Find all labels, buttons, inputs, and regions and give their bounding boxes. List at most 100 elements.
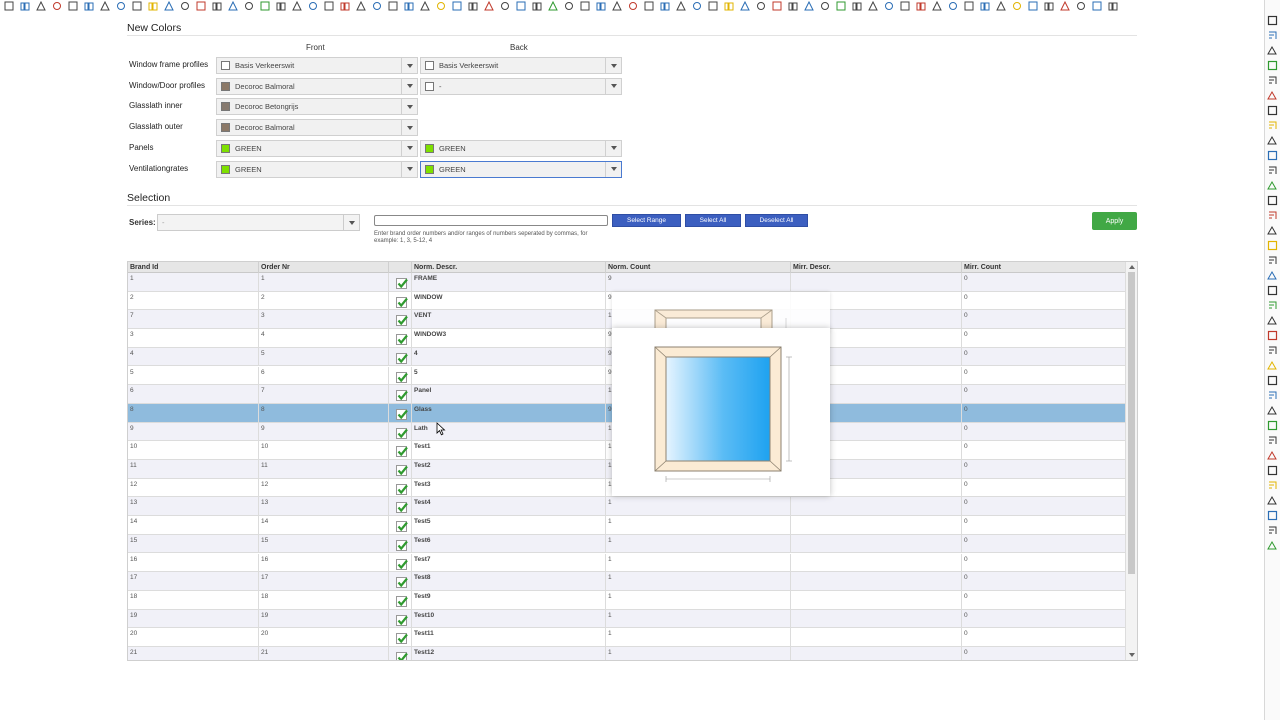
grid-scrollbar[interactable] <box>1125 262 1137 660</box>
row-checkbox[interactable] <box>396 614 408 626</box>
toolbar-tool-icon[interactable] <box>1026 0 1040 12</box>
table-row[interactable]: 20 20 Test11 1 0 <box>128 628 1126 647</box>
row-checkbox[interactable] <box>396 427 408 439</box>
table-row[interactable]: 1 1 FRAME 9 0 <box>128 273 1126 292</box>
side-tool-icon[interactable] <box>1267 104 1279 116</box>
toolbar-tool-icon[interactable] <box>594 0 608 12</box>
side-tool-icon[interactable] <box>1267 359 1279 371</box>
side-tool-icon[interactable] <box>1267 239 1279 251</box>
column-header[interactable]: Mirr. Count <box>962 262 1126 273</box>
scroll-down-icon[interactable] <box>1129 653 1135 657</box>
toolbar-tool-icon[interactable] <box>978 0 992 12</box>
back-color-select[interactable]: Basis Verkeerswit <box>420 57 622 74</box>
row-checkbox[interactable] <box>396 334 408 346</box>
row-checkbox[interactable] <box>396 390 408 402</box>
toolbar-tool-icon[interactable] <box>258 0 272 12</box>
column-header[interactable] <box>389 262 412 273</box>
toolbar-tool-icon[interactable] <box>1010 0 1024 12</box>
side-tool-icon[interactable] <box>1267 254 1279 266</box>
side-tool-icon[interactable] <box>1267 164 1279 176</box>
toolbar-tool-icon[interactable] <box>930 0 944 12</box>
row-checkbox[interactable] <box>396 446 408 458</box>
row-checkbox[interactable] <box>396 633 408 645</box>
toolbar-tool-icon[interactable] <box>466 0 480 12</box>
row-checkbox[interactable] <box>396 408 408 420</box>
toolbar-tool-icon[interactable] <box>2 0 16 12</box>
toolbar-tool-icon[interactable] <box>146 0 160 12</box>
side-tool-icon[interactable] <box>1267 194 1279 206</box>
toolbar-tool-icon[interactable] <box>754 0 768 12</box>
toolbar-tool-icon[interactable] <box>1058 0 1072 12</box>
side-tool-icon[interactable] <box>1267 374 1279 386</box>
table-row[interactable]: 18 18 Test9 1 0 <box>128 590 1126 610</box>
toolbar-tool-icon[interactable] <box>34 0 48 12</box>
toolbar-tool-icon[interactable] <box>114 0 128 12</box>
side-tool-icon[interactable] <box>1267 449 1279 461</box>
side-tool-icon[interactable] <box>1267 299 1279 311</box>
toolbar-tool-icon[interactable] <box>706 0 720 12</box>
row-checkbox[interactable] <box>396 278 408 289</box>
front-color-select[interactable]: Decoroc Balmoral <box>216 77 418 95</box>
deselect-all-button[interactable]: Deselect All <box>745 214 808 227</box>
side-tool-icon[interactable] <box>1267 59 1279 71</box>
side-tool-icon[interactable] <box>1267 509 1279 521</box>
toolbar-tool-icon[interactable] <box>786 0 800 12</box>
row-checkbox[interactable] <box>396 502 408 514</box>
toolbar-tool-icon[interactable] <box>274 0 288 12</box>
toolbar-tool-icon[interactable] <box>994 0 1008 12</box>
row-checkbox[interactable] <box>396 558 408 570</box>
toolbar-tool-icon[interactable] <box>354 0 368 12</box>
toolbar-tool-icon[interactable] <box>1090 0 1104 12</box>
front-color-select[interactable]: Decoroc Balmoral <box>216 119 418 137</box>
toolbar-tool-icon[interactable] <box>562 0 576 12</box>
table-row[interactable]: 16 16 Test7 1 0 <box>128 553 1126 573</box>
toolbar-tool-icon[interactable] <box>130 0 144 12</box>
row-checkbox[interactable] <box>396 371 408 383</box>
toolbar-tool-icon[interactable] <box>290 0 304 12</box>
toolbar-tool-icon[interactable] <box>18 0 32 12</box>
side-tool-icon[interactable] <box>1267 464 1279 476</box>
side-tool-icon[interactable] <box>1267 29 1279 41</box>
column-header[interactable]: Mirr. Descr. <box>791 262 962 273</box>
side-tool-icon[interactable] <box>1267 494 1279 506</box>
back-color-select[interactable]: - <box>420 77 622 95</box>
toolbar-tool-icon[interactable] <box>434 0 448 12</box>
side-tool-icon[interactable] <box>1267 209 1279 221</box>
table-row[interactable]: 15 15 Test6 1 0 <box>128 534 1126 554</box>
toolbar-tool-icon[interactable] <box>482 0 496 12</box>
row-checkbox[interactable] <box>396 483 408 495</box>
toolbar-tool-icon[interactable] <box>946 0 960 12</box>
toolbar-tool-icon[interactable] <box>770 0 784 12</box>
column-header[interactable]: Norm. Count <box>606 262 791 273</box>
side-tool-icon[interactable] <box>1267 434 1279 446</box>
toolbar-tool-icon[interactable] <box>658 0 672 12</box>
toolbar-tool-icon[interactable] <box>450 0 464 12</box>
side-tool-icon[interactable] <box>1267 524 1279 536</box>
toolbar-tool-icon[interactable] <box>386 0 400 12</box>
toolbar-tool-icon[interactable] <box>322 0 336 12</box>
toolbar-tool-icon[interactable] <box>546 0 560 12</box>
toolbar-tool-icon[interactable] <box>82 0 96 12</box>
toolbar-tool-icon[interactable] <box>98 0 112 12</box>
front-color-select[interactable]: Decoroc Betongrijs <box>216 98 418 116</box>
side-tool-icon[interactable] <box>1267 89 1279 101</box>
toolbar-tool-icon[interactable] <box>370 0 384 12</box>
side-tool-icon[interactable] <box>1267 74 1279 86</box>
front-color-select[interactable]: GREEN <box>216 139 418 157</box>
toolbar-tool-icon[interactable] <box>1106 0 1120 12</box>
side-tool-icon[interactable] <box>1267 149 1279 161</box>
toolbar-tool-icon[interactable] <box>834 0 848 12</box>
toolbar-tool-icon[interactable] <box>802 0 816 12</box>
toolbar-tool-icon[interactable] <box>866 0 880 12</box>
toolbar-tool-icon[interactable] <box>66 0 80 12</box>
front-color-select[interactable]: Basis Verkeerswit <box>216 57 418 74</box>
table-row[interactable]: 17 17 Test8 1 0 <box>128 572 1126 591</box>
table-row[interactable]: 13 13 Test4 1 0 <box>128 497 1126 517</box>
series-select[interactable]: - <box>157 214 360 231</box>
toolbar-tool-icon[interactable] <box>914 0 928 12</box>
column-header[interactable]: Norm. Descr. <box>412 262 606 273</box>
side-tool-icon[interactable] <box>1267 539 1279 551</box>
side-tool-icon[interactable] <box>1267 404 1279 416</box>
scroll-thumb[interactable] <box>1128 272 1135 574</box>
table-row[interactable]: 21 21 Test12 1 0 <box>128 647 1126 660</box>
